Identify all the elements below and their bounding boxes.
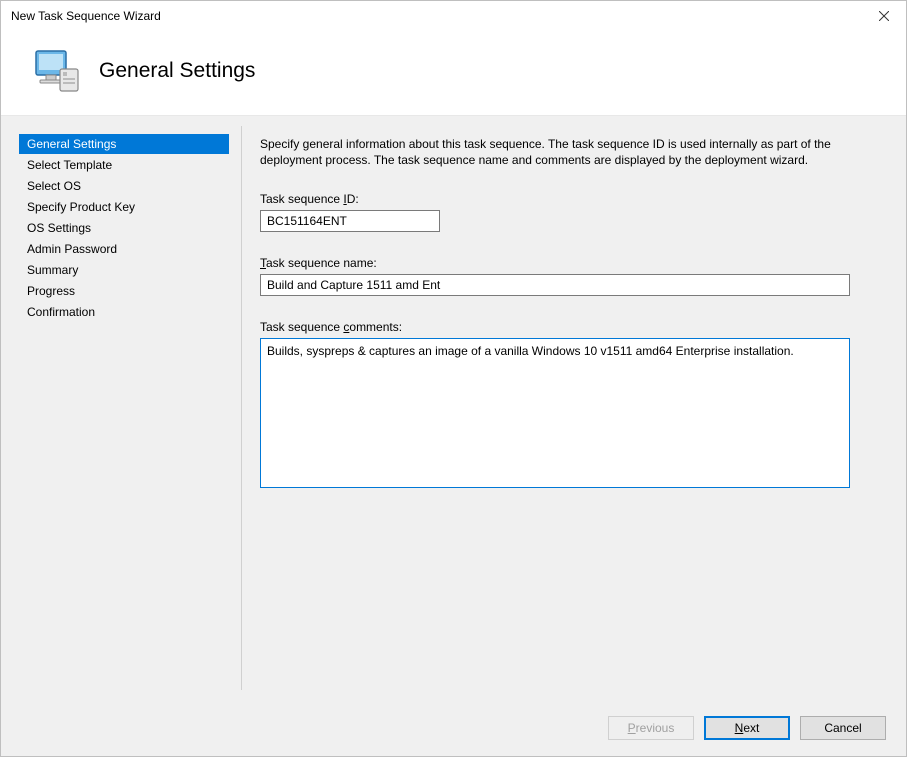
task-sequence-name-input[interactable] bbox=[260, 274, 850, 296]
sidebar-item-label: Summary bbox=[27, 263, 78, 277]
task-sequence-comments-label: Task sequence comments: bbox=[260, 320, 890, 334]
sidebar-item-label: Progress bbox=[27, 284, 75, 298]
next-button[interactable]: Next bbox=[704, 716, 790, 740]
sidebar-item-select-os[interactable]: Select OS bbox=[19, 176, 229, 196]
task-sequence-comments-input[interactable] bbox=[260, 338, 850, 488]
sidebar-item-summary[interactable]: Summary bbox=[19, 260, 229, 280]
titlebar: New Task Sequence Wizard bbox=[1, 1, 906, 31]
page-description: Specify general information about this t… bbox=[260, 136, 890, 168]
close-icon bbox=[879, 11, 889, 21]
close-button[interactable] bbox=[861, 1, 906, 31]
page-title: General Settings bbox=[99, 59, 255, 83]
sidebar-item-label: Specify Product Key bbox=[27, 200, 135, 214]
wizard-header: General Settings bbox=[1, 31, 906, 115]
sidebar-item-label: Select OS bbox=[27, 179, 81, 193]
task-sequence-id-input[interactable] bbox=[260, 210, 440, 232]
wizard-content: Specify general information about this t… bbox=[242, 116, 906, 700]
sidebar-item-os-settings[interactable]: OS Settings bbox=[19, 218, 229, 238]
task-sequence-name-label: Task sequence name: bbox=[260, 256, 890, 270]
task-sequence-id-label: Task sequence ID: bbox=[260, 192, 890, 206]
sidebar-item-label: Confirmation bbox=[27, 305, 95, 319]
sidebar-item-specify-product-key[interactable]: Specify Product Key bbox=[19, 197, 229, 217]
sidebar-item-label: Select Template bbox=[27, 158, 112, 172]
sidebar-item-admin-password[interactable]: Admin Password bbox=[19, 239, 229, 259]
sidebar-item-label: OS Settings bbox=[27, 221, 91, 235]
sidebar-item-general-settings[interactable]: General Settings bbox=[19, 134, 229, 154]
sidebar-item-select-template[interactable]: Select Template bbox=[19, 155, 229, 175]
wizard-window: New Task Sequence Wizard General Setting… bbox=[0, 0, 907, 757]
wizard-sidebar: General Settings Select Template Select … bbox=[1, 116, 241, 700]
sidebar-item-confirmation[interactable]: Confirmation bbox=[19, 302, 229, 322]
window-title: New Task Sequence Wizard bbox=[11, 9, 161, 23]
wizard-icon bbox=[21, 45, 91, 97]
sidebar-item-progress[interactable]: Progress bbox=[19, 281, 229, 301]
cancel-button[interactable]: Cancel bbox=[800, 716, 886, 740]
sidebar-item-label: Admin Password bbox=[27, 242, 117, 256]
wizard-body: General Settings Select Template Select … bbox=[1, 115, 906, 700]
wizard-footer: Previous Next Cancel bbox=[1, 700, 906, 756]
previous-button: Previous bbox=[608, 716, 694, 740]
sidebar-item-label: General Settings bbox=[27, 137, 116, 151]
